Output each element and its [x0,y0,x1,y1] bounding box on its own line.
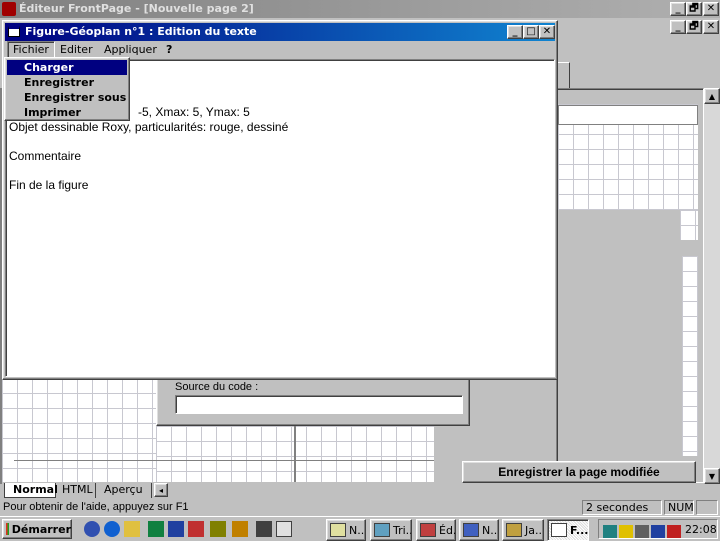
status-help-text: Pour obtenir de l'aide, appuyez sur F1 [3,501,189,513]
task-6-icon [551,523,567,537]
content-line-2: Objet dessinable Roxy, particularités: r… [9,120,289,134]
view-tabs: Normal HTML Aperçu ◂ [0,483,720,498]
task-6-label: F... [570,523,589,537]
content-line-6: Fin de la figure [9,178,89,192]
save-page-button[interactable]: Enregistrer la page modifiée [462,461,696,483]
task-button-2[interactable]: Tri... [370,519,412,541]
fichier-dropdown: Charger Enregistrer Enregistrer sous Imp… [4,57,130,121]
status-num: NUM [664,500,694,515]
editor-vertical-scrollbar[interactable]: ▲ ▼ [704,88,720,484]
mdi-restore-button[interactable]: 🗗 [686,20,702,34]
scanner-icon[interactable] [635,525,649,538]
scroll-down-button[interactable]: ▼ [704,468,720,484]
dialog-maximize-button[interactable]: □ [523,25,539,39]
menu-item-enregistrer-sous-label: Enregistrer sous [24,91,127,104]
status-time-text: 2 secondes [586,501,649,514]
menu-item-enregistrer[interactable]: Enregistrer [7,75,127,90]
access-icon[interactable] [188,521,204,537]
task-button-1[interactable]: N... [326,519,366,541]
editor-grid-right-strip [680,210,698,240]
editor-field-right [558,105,698,125]
app-title-text: Éditeur FrontPage - [Nouvelle page 2] [19,2,254,15]
start-button[interactable]: Démarrer [2,519,72,539]
tab-apercu[interactable]: Aperçu [96,483,152,498]
acrobat-icon[interactable] [667,525,681,538]
task-3-label: Éd... [439,523,455,537]
scroll-up-button[interactable]: ▲ [704,88,720,104]
tab-normal-label: Normal [13,483,58,496]
frontpage-app-icon [2,2,16,16]
status-time: 2 secondes [582,500,662,515]
editor-grid-left [2,378,162,482]
taskbar: Démarrer N... Tri... Éd... N... Ja... F.… [0,516,720,541]
tools-icon[interactable] [210,521,226,537]
content-line-1: -5, Xmax: 5, Ymax: 5 [138,105,250,119]
tab-normal[interactable]: Normal [4,483,58,498]
task-2-label: Tri... [393,523,411,537]
menu-item-enregistrer-sous[interactable]: Enregistrer sous [7,90,127,105]
task-1-label: N... [349,523,366,537]
volume-icon[interactable] [619,525,633,538]
mdi-minimize-button[interactable]: _ [670,20,686,34]
clock[interactable]: 22:08 [685,523,717,536]
task-button-5[interactable]: Ja... [502,519,544,541]
app-minimize-button[interactable]: _ [670,2,686,16]
menu-help[interactable]: ? [161,41,177,59]
app-restore-button[interactable]: 🗗 [686,2,702,16]
app-close-button[interactable]: ✕ [703,2,719,16]
system-tray: 22:08 [598,519,718,539]
tab-apercu-label: Aperçu [104,483,143,496]
network-icon[interactable] [603,525,617,538]
status-extra [696,500,718,515]
content-line-4: Commentaire [9,149,82,163]
task-3-icon [420,523,436,537]
source-panel: Source du code : [156,376,470,426]
dialog-window-icon [8,26,20,37]
menu-item-imprimer[interactable]: Imprimer [7,105,127,120]
source-label: Source du code : [175,381,259,393]
menu-item-charger[interactable]: Charger [7,60,127,75]
desktop-icon[interactable] [256,521,272,537]
menu-item-charger-label: Charger [24,61,74,74]
task-4-label: N... [482,523,499,537]
tab-html[interactable]: HTML [56,483,96,498]
save-page-label: Enregistrer la page modifiée [498,465,660,479]
dialog-title-text: Figure-Géoplan n°1 : Edition du texte [25,25,257,38]
dialog-close-button[interactable]: ✕ [539,25,555,39]
mdi-close-button[interactable]: ✕ [703,20,719,34]
netscape-icon[interactable] [84,521,100,537]
word-icon[interactable] [168,521,184,537]
task-button-4[interactable]: N... [459,519,499,541]
hscroll-left-button[interactable]: ◂ [154,483,168,497]
paint-icon[interactable] [232,521,248,537]
menu-item-imprimer-label: Imprimer [24,106,81,119]
task-button-6-active[interactable]: F... [547,519,589,541]
app-title-bar: Éditeur FrontPage - [Nouvelle page 2] _ … [0,0,720,18]
editor-grid-hline [14,460,434,461]
task-button-3[interactable]: Éd... [416,519,456,541]
task-2-icon [374,523,390,537]
task-5-label: Ja... [525,523,544,537]
excel-icon[interactable] [148,521,164,537]
tab-html-label: HTML [62,483,93,496]
source-input[interactable] [175,395,463,414]
editor-grid-divider [294,426,296,482]
ie-icon[interactable] [104,521,120,537]
status-num-text: NUM [668,501,694,514]
menu-item-enregistrer-label: Enregistrer [24,76,94,89]
editor-grid-right-lower [682,256,698,456]
dialog-minimize-button[interactable]: _ [507,25,523,39]
explorer-icon[interactable] [276,521,292,537]
start-label: Démarrer [11,522,71,536]
windows-logo-icon [6,523,9,535]
outlook-icon[interactable] [124,521,140,537]
dialog-title-bar: Figure-Géoplan n°1 : Edition du texte _ … [5,23,555,41]
status-bar: Pour obtenir de l'aide, appuyez sur F1 2… [0,499,720,516]
task-4-icon [463,523,479,537]
antivirus-icon[interactable] [651,525,665,538]
task-1-icon [330,523,346,537]
task-5-icon [506,523,522,537]
